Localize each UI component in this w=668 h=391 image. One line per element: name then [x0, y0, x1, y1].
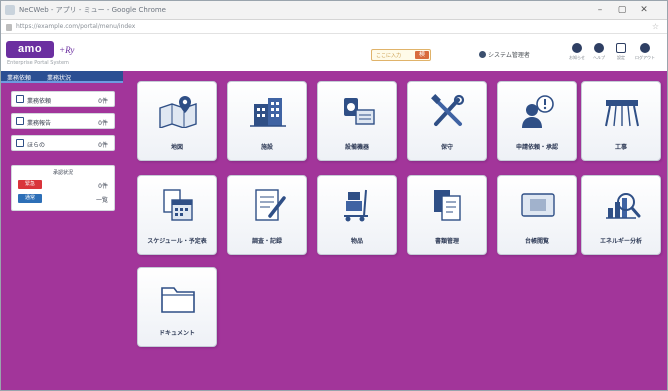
approval-panel: 承認状況 緊急 0件 通常 一覧	[11, 165, 115, 211]
close-button[interactable]: ✕	[635, 3, 653, 17]
logout-icon	[640, 43, 650, 53]
cart-boxes-icon	[344, 189, 368, 222]
tile-label: ドキュメント	[158, 330, 195, 337]
header-icon-label: お知らせ	[569, 55, 585, 60]
header-icon-logout[interactable]: ログアウト	[633, 43, 657, 61]
lock-icon	[6, 24, 12, 31]
header-icon-bell[interactable]: お知らせ	[565, 43, 589, 61]
logo[interactable]: amo	[6, 41, 54, 58]
chart-magnify-icon	[606, 193, 641, 219]
window-title: NeCWeb - アプリ - ミュー - Google Chrome	[19, 6, 166, 14]
header-icon-help[interactable]: ヘルプ	[587, 43, 611, 61]
tile-label: エネルギー分析	[599, 238, 642, 245]
url-text[interactable]: https://example.com/portal/menu/index	[16, 23, 135, 30]
tile-maintenance[interactable]: 保守	[407, 81, 487, 161]
approval-panel-title: 承認状況	[52, 170, 73, 176]
tile-label: 保守	[440, 144, 453, 151]
bookmark-star-icon[interactable]: ☆	[652, 22, 659, 31]
search-button[interactable]: 検	[415, 51, 429, 59]
sidebar-item-count: 0件	[98, 98, 108, 105]
sidebar-item-reports[interactable]: 業務報告 0件	[11, 113, 115, 129]
sidebar-item-count: 0件	[98, 120, 108, 127]
tile-label: スケジュール・予定表	[147, 238, 207, 245]
tile-schedule[interactable]: スケジュール・予定表	[137, 175, 217, 255]
title-bar: NeCWeb - アプリ - ミュー - Google Chrome – ▢ ✕	[1, 1, 667, 20]
gear-icon	[616, 43, 626, 53]
sidebar-item-label: ほらの	[27, 142, 46, 149]
folder-icon	[161, 287, 195, 313]
tile-energy[interactable]: エネルギー分析	[581, 175, 661, 255]
tile-application[interactable]: 申請依頼・承認	[497, 81, 577, 161]
tile-label: 台帳閲覧	[524, 238, 549, 245]
approval-row-urgent[interactable]: 緊急 0件	[18, 180, 110, 190]
header-icon-label: ヘルプ	[593, 55, 605, 60]
tile-document-folder[interactable]: ドキュメント	[137, 267, 217, 347]
header-icon-label: 設定	[617, 55, 625, 60]
status-badge: 緊急	[18, 180, 42, 189]
list-icon	[16, 139, 24, 147]
help-icon	[594, 43, 604, 53]
person-alert-icon	[522, 95, 554, 128]
search-input[interactable]: ここに入力	[376, 52, 401, 59]
tile-documents[interactable]: 書類管理	[407, 175, 487, 255]
app-header: amo +Ry Enterprise Portal System ここに入力 検…	[1, 35, 667, 71]
report-edit-icon	[255, 189, 286, 221]
edit-icon	[16, 117, 24, 125]
tools-icon	[431, 94, 465, 126]
maximize-button[interactable]: ▢	[613, 3, 631, 17]
documents-icon	[434, 190, 461, 221]
user-icon	[479, 51, 486, 58]
sidebar-item-label: 業務報告	[27, 120, 52, 127]
approval-row-value: 一覧	[95, 197, 108, 204]
tile-construction[interactable]: 工事	[581, 81, 661, 161]
tab-status[interactable]: 業務状況	[47, 73, 71, 82]
main-area: 業務依頼 業務状況 業務依頼 0件 業務報告 0件 ほらの 0件 承認状況 緊急…	[1, 71, 667, 390]
approval-row-normal[interactable]: 通常 一覧	[18, 194, 110, 204]
sidebar-item-label: 業務依頼	[27, 98, 52, 105]
left-sidebar: 業務依頼 業務状況 業務依頼 0件 業務報告 0件 ほらの 0件 承認状況 緊急…	[1, 71, 125, 390]
tile-facility[interactable]: 施設	[227, 81, 307, 161]
checkbox-icon	[16, 95, 24, 103]
tab-requests[interactable]: 業務依頼	[7, 73, 31, 82]
header-icon-label: ログアウト	[635, 55, 655, 60]
user-menu[interactable]: システム管理者	[479, 50, 530, 59]
sidebar-tabs: 業務依頼 業務状況	[1, 71, 123, 83]
sidebar-item-list[interactable]: ほらの 0件	[11, 135, 115, 151]
ledger-icon	[521, 193, 555, 217]
tile-label: 設備機器	[344, 144, 369, 151]
minimize-button[interactable]: –	[591, 3, 609, 17]
browser-window: NeCWeb - アプリ - ミュー - Google Chrome – ▢ ✕…	[0, 0, 668, 391]
app-icon	[5, 5, 15, 15]
tile-equipment[interactable]: 設備機器	[317, 81, 397, 161]
tile-goods[interactable]: 物品	[317, 175, 397, 255]
sidebar-item-count: 0件	[98, 142, 108, 149]
tile-label: 地図	[170, 144, 183, 151]
equipment-icon	[344, 98, 375, 125]
construction-icon	[605, 100, 639, 127]
logo-sub: +Ry	[59, 45, 75, 55]
tile-survey[interactable]: 調査・記録	[227, 175, 307, 255]
search-box[interactable]: ここに入力 検	[371, 49, 431, 61]
logo-caption: Enterprise Portal System	[7, 60, 69, 66]
schedule-docs-icon	[163, 189, 193, 221]
tile-label: 調査・記録	[251, 238, 282, 245]
bell-icon	[572, 43, 582, 53]
tile-ledger[interactable]: 台帳閲覧	[497, 175, 577, 255]
tile-label: 申請依頼・承認	[515, 144, 558, 151]
tile-label: 施設	[260, 144, 273, 151]
header-icon-settings[interactable]: 設定	[609, 43, 633, 61]
sidebar-item-requests[interactable]: 業務依頼 0件	[11, 91, 115, 107]
address-bar[interactable]: https://example.com/portal/menu/index ☆	[1, 21, 667, 34]
tile-map[interactable]: 地図	[137, 81, 217, 161]
map-pin-icon	[159, 96, 197, 128]
status-badge: 通常	[18, 194, 42, 203]
building-icon	[250, 98, 286, 127]
tile-label: 書類管理	[434, 238, 459, 245]
tile-label: 物品	[350, 238, 363, 245]
user-name: システム管理者	[488, 52, 530, 59]
tile-label: 工事	[614, 144, 627, 151]
approval-row-value: 0件	[98, 183, 108, 190]
